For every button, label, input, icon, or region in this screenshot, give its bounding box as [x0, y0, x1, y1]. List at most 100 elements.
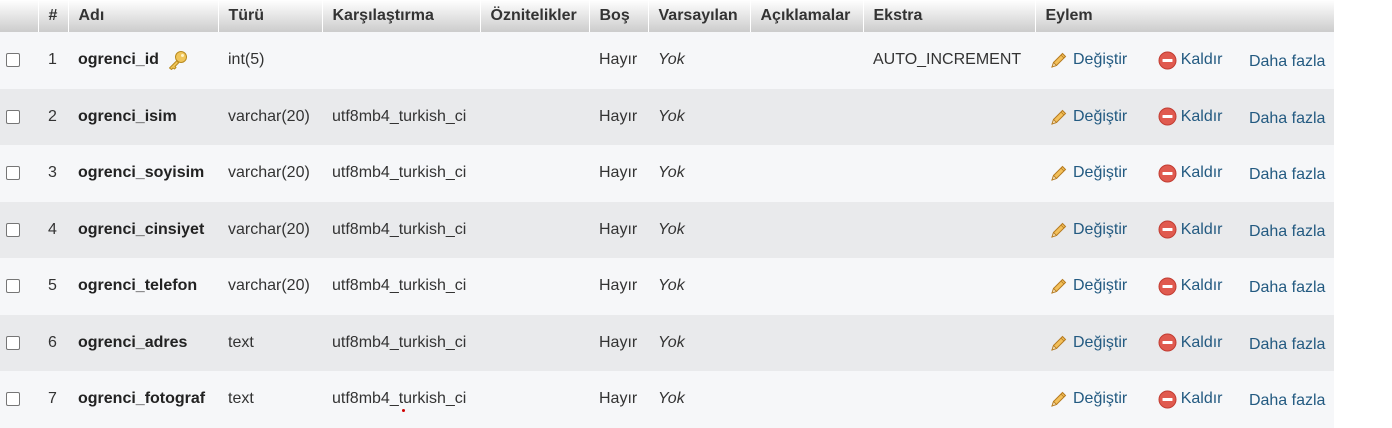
column-name-cell: ogrenci_soyisim: [68, 145, 218, 202]
more-label: Daha fazla: [1248, 279, 1326, 297]
row-checkbox[interactable]: [6, 335, 20, 350]
column-extra: [863, 202, 1035, 259]
drop-label: Kaldır: [1180, 333, 1223, 351]
row-checkbox[interactable]: [6, 392, 20, 407]
column-comments: [750, 258, 863, 315]
structure-rows: 1 ogrenci_id int(5) Hayır Yok AUTO_INCRE…: [0, 32, 1334, 428]
table-row: 3 ogrenci_soyisim varchar(20) utf8mb4_tu…: [0, 145, 1334, 202]
drop-label: Kaldır: [1180, 107, 1223, 125]
table-row: 6 ogrenci_adres text utf8mb4_turkish_ci …: [0, 314, 1334, 372]
header-name[interactable]: Adı: [67, 0, 218, 32]
pencil-icon: [1051, 53, 1067, 69]
header-select: [0, 0, 38, 32]
change-button[interactable]: Değiştir: [1049, 389, 1127, 409]
column-attributes: [480, 89, 589, 146]
drop-label: Kaldır: [1180, 51, 1223, 69]
change-button[interactable]: Değiştir: [1049, 333, 1127, 353]
drop-button[interactable]: Kaldır: [1158, 220, 1223, 239]
drop-circle-icon: [1158, 390, 1177, 409]
change-label: Değiştir: [1073, 390, 1128, 408]
more-button[interactable]: Daha fazla: [1249, 279, 1326, 297]
column-collation: utf8mb4_turkish_ci: [332, 333, 467, 351]
column-name-cell: ogrenci_adres: [68, 315, 218, 372]
more-button[interactable]: Daha fazla: [1249, 53, 1326, 71]
header-type[interactable]: Türü: [217, 0, 322, 32]
column-collation-cell: [322, 32, 480, 89]
row-checkbox-cell: [0, 258, 38, 315]
row-checkbox-cell: [0, 371, 38, 428]
change-button[interactable]: Değiştir: [1049, 50, 1127, 70]
more-label: Daha fazla: [1248, 392, 1326, 410]
column-default: Yok: [658, 333, 685, 351]
row-checkbox[interactable]: [6, 166, 20, 181]
more-button[interactable]: Daha fazla: [1249, 166, 1326, 184]
row-actions: Değiştir Kaldır Daha fazla: [1035, 89, 1334, 146]
header-null[interactable]: Boş: [588, 0, 648, 32]
more-label: Daha fazla: [1248, 335, 1326, 353]
pencil-icon: [1051, 392, 1067, 408]
table-row: 7 ogrenci_fotograf text utf8mb4_turkish_…: [0, 371, 1334, 428]
more-button[interactable]: Daha fazla: [1249, 336, 1326, 354]
more-button[interactable]: Daha fazla: [1249, 223, 1326, 241]
column-attributes: [480, 315, 589, 372]
column-extra: [863, 315, 1035, 372]
row-checkbox[interactable]: [6, 222, 20, 237]
row-actions: Değiştir Kaldır Daha fazla: [1035, 202, 1334, 259]
column-name: ogrenci_id: [78, 51, 159, 69]
column-attributes: [480, 145, 589, 202]
drop-button[interactable]: Kaldır: [1158, 390, 1222, 409]
column-name: ogrenci_soyisim: [78, 164, 205, 182]
drop-button[interactable]: Kaldır: [1158, 333, 1223, 352]
row-checkbox[interactable]: [6, 109, 20, 124]
header-row: # Adı Türü Karşılaştırma Öznitelikler Bo…: [0, 0, 1334, 32]
table-row: 5 ogrenci_telefon varchar(20) utf8mb4_tu…: [0, 258, 1334, 315]
drop-button[interactable]: Kaldır: [1158, 107, 1223, 126]
row-number: 7: [48, 390, 57, 408]
header-default[interactable]: Varsayılan: [647, 0, 750, 32]
more-button[interactable]: Daha fazla: [1249, 392, 1326, 410]
column-extra: [863, 258, 1035, 315]
drop-button[interactable]: Kaldır: [1158, 164, 1222, 183]
header-collation[interactable]: Karşılaştırma: [321, 0, 480, 32]
change-button[interactable]: Değiştir: [1049, 276, 1127, 296]
pencil-icon: [1051, 109, 1067, 125]
column-null: Hayır: [599, 277, 638, 295]
more-button[interactable]: Daha fazla: [1249, 110, 1326, 128]
drop-circle-icon: [1158, 220, 1177, 239]
more-label: Daha fazla: [1248, 109, 1326, 127]
row-checkbox[interactable]: [6, 279, 20, 294]
header-extra[interactable]: Ekstra: [862, 0, 1035, 32]
drop-button[interactable]: Kaldır: [1158, 51, 1223, 70]
row-number: 6: [48, 333, 57, 351]
spellcheck-mark: [402, 409, 405, 413]
header-attributes[interactable]: Öznitelikler: [479, 0, 589, 32]
pencil-icon: [1051, 166, 1067, 182]
column-extra: [863, 145, 1035, 202]
pencil-icon: [1051, 222, 1067, 238]
change-button[interactable]: Değiştir: [1049, 220, 1127, 240]
column-default: Yok: [658, 277, 685, 295]
drop-label: Kaldır: [1180, 220, 1223, 238]
change-label: Değiştir: [1073, 107, 1128, 125]
column-attributes: [480, 32, 589, 89]
drop-button[interactable]: Kaldır: [1158, 277, 1222, 296]
change-label: Değiştir: [1073, 333, 1128, 351]
row-checkbox-cell: [0, 32, 38, 89]
change-button[interactable]: Değiştir: [1049, 163, 1127, 183]
table-row: 4 ogrenci_cinsiyet varchar(20) utf8mb4_t…: [0, 201, 1334, 259]
row-number: 5: [48, 277, 57, 295]
change-label: Değiştir: [1073, 220, 1128, 238]
change-button[interactable]: Değiştir: [1049, 107, 1127, 127]
header-num[interactable]: #: [37, 0, 68, 32]
column-collation: utf8mb4_turkish_ci: [332, 220, 467, 238]
column-collation-cell: utf8mb4_turkish_ci: [322, 371, 480, 428]
header-comments[interactable]: Açıklamalar: [749, 0, 863, 32]
structure-table: # Adı Türü Karşılaştırma Öznitelikler Bo…: [0, 0, 1334, 428]
column-type: int(5): [228, 51, 265, 69]
pencil-icon: [1051, 335, 1067, 351]
row-checkbox[interactable]: [6, 53, 20, 68]
column-name: ogrenci_cinsiyet: [78, 220, 205, 238]
column-collation-cell: utf8mb4_turkish_ci: [322, 315, 480, 372]
column-extra: AUTO_INCREMENT: [873, 51, 1022, 69]
column-extra: [863, 371, 1035, 428]
